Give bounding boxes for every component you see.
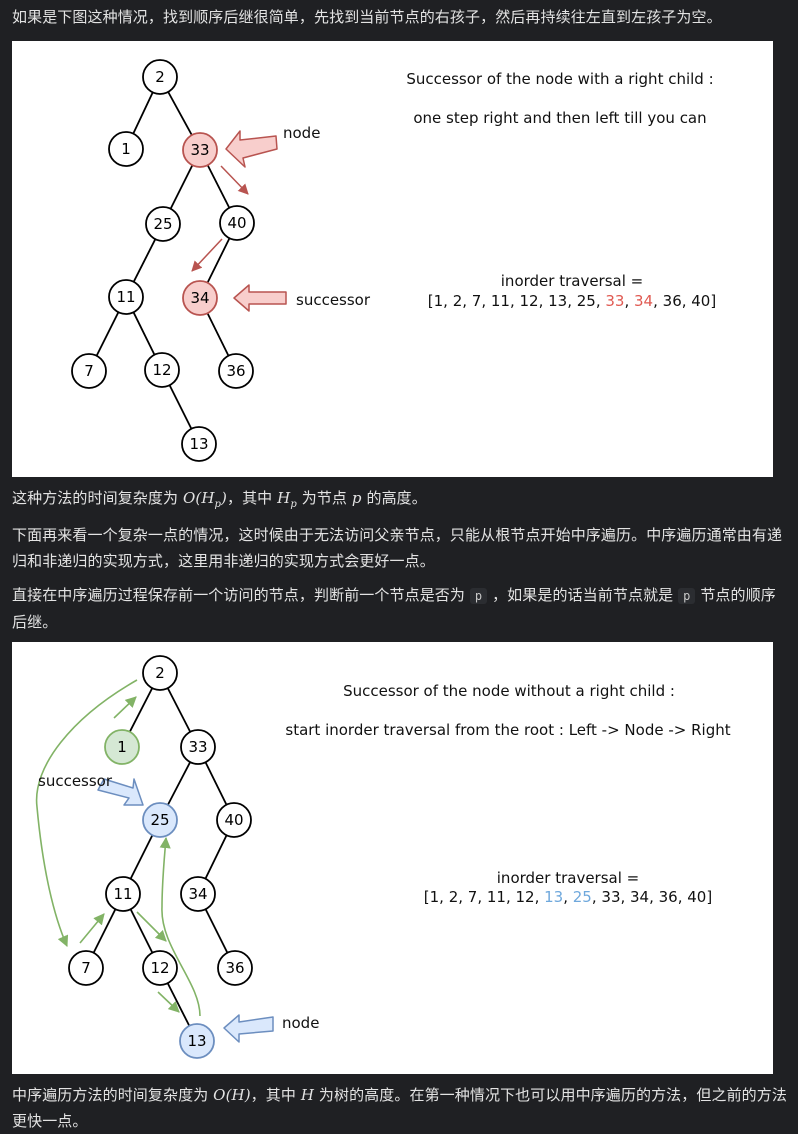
diagram-with-right-child: 2 1 33 25 40 11 34 7 12 36 13 node succe… (12, 41, 773, 477)
svg-text:12: 12 (150, 959, 169, 977)
tree-node: 11 (105, 876, 141, 912)
traversal-label: inorder traversal = (497, 869, 639, 887)
svg-text:1: 1 (121, 140, 131, 158)
successor-label: successor (38, 772, 113, 790)
tree-node: 36 (217, 950, 253, 986)
node-arrow-icon (223, 1014, 274, 1043)
diagram-subtitle: start inorder traversal from the root : … (285, 721, 730, 739)
diagram-without-right-child: 2 1 33 25 40 11 34 7 12 36 13 successor … (12, 642, 773, 1074)
diagram-subtitle: one step right and then left till you ca… (413, 109, 706, 127)
explanation-paragraph: 下面再来看一个复杂一点的情况，这时候由于无法访问父亲节点，只能从根节点开始中序遍… (12, 526, 783, 570)
complexity-paragraph-2: 中序遍历方法的时间复杂度为 O(H)，其中 H 为树的高度。在第一种情况下也可以… (12, 1086, 787, 1130)
tree-node: 2 (142, 655, 178, 691)
svg-text:11: 11 (116, 288, 135, 306)
successor-arrow-icon (233, 284, 287, 312)
svg-text:36: 36 (226, 362, 245, 380)
tree-node: 40 (216, 802, 252, 838)
tree-node: 13 (181, 426, 217, 462)
inline-code: p (469, 588, 488, 604)
traversal-label: inorder traversal = (501, 272, 643, 290)
tree-node-visited: 1 (104, 729, 140, 765)
method-paragraph: 直接在中序遍历过程保存前一个访问的节点，判断前一个节点是否为 p ，如果是的话当… (12, 586, 776, 631)
tree-node-highlighted: 33 (182, 132, 218, 168)
tree-node: 33 (180, 729, 216, 765)
svg-text:25: 25 (150, 811, 169, 829)
tree1-nodes: 2 1 33 25 40 11 34 7 12 36 13 (71, 59, 255, 462)
tree-node: 12 (144, 352, 180, 388)
svg-text:2: 2 (155, 664, 165, 682)
traversal-sequence: [1, 2, 7, 11, 12, 13, 25, 33, 34, 36, 40… (424, 888, 712, 906)
complexity-paragraph-1: 这种方法的时间复杂度为 O(Hp)，其中 Hp 为节点 p 的高度。 (12, 489, 427, 510)
diagram-title: Successor of the node with a right child… (406, 70, 713, 88)
tree-node-highlighted: 34 (182, 280, 218, 316)
svg-text:34: 34 (190, 289, 209, 307)
svg-text:2: 2 (155, 68, 165, 86)
svg-text:33: 33 (188, 738, 207, 756)
tree-node: 34 (180, 876, 216, 912)
tree-node-successor: 25 (142, 802, 178, 838)
inline-code: p (678, 588, 696, 604)
tree-node: 11 (108, 279, 144, 315)
svg-text:40: 40 (227, 214, 246, 232)
tree-node-current: 13 (179, 1023, 215, 1059)
tree-node: 36 (218, 353, 254, 389)
svg-text:7: 7 (81, 959, 91, 977)
tree-node: 2 (142, 59, 178, 95)
tree-node: 12 (142, 950, 178, 986)
tree-node: 7 (68, 950, 104, 986)
svg-text:13: 13 (189, 435, 208, 453)
svg-text:11: 11 (113, 885, 132, 903)
tree-node: 25 (145, 206, 181, 242)
successor-label: successor (296, 291, 371, 309)
svg-text:40: 40 (224, 811, 243, 829)
svg-text:33: 33 (190, 141, 209, 159)
tree1-edges (88, 76, 238, 445)
diagram-title: Successor of the node without a right ch… (343, 682, 675, 700)
intro-paragraph: 如果是下图这种情况，找到顺序后继很简单，先找到当前节点的右孩子，然后再持续往左直… (12, 8, 722, 26)
svg-text:34: 34 (188, 885, 207, 903)
node-label: node (283, 124, 320, 142)
svg-text:25: 25 (153, 215, 172, 233)
svg-text:1: 1 (117, 738, 127, 756)
svg-text:7: 7 (84, 362, 94, 380)
tree-node: 40 (219, 205, 255, 241)
svg-text:12: 12 (152, 361, 171, 379)
tree2-nodes: 2 1 33 25 40 11 34 7 12 36 13 (68, 655, 253, 1059)
svg-text:36: 36 (225, 959, 244, 977)
node-arrow-icon (225, 130, 278, 168)
tree-node: 1 (108, 131, 144, 167)
node-label: node (282, 1014, 319, 1032)
traversal-sequence: [1, 2, 7, 11, 12, 13, 25, 33, 34, 36, 40… (428, 292, 716, 310)
svg-text:13: 13 (187, 1032, 206, 1050)
tree-node: 7 (71, 353, 107, 389)
